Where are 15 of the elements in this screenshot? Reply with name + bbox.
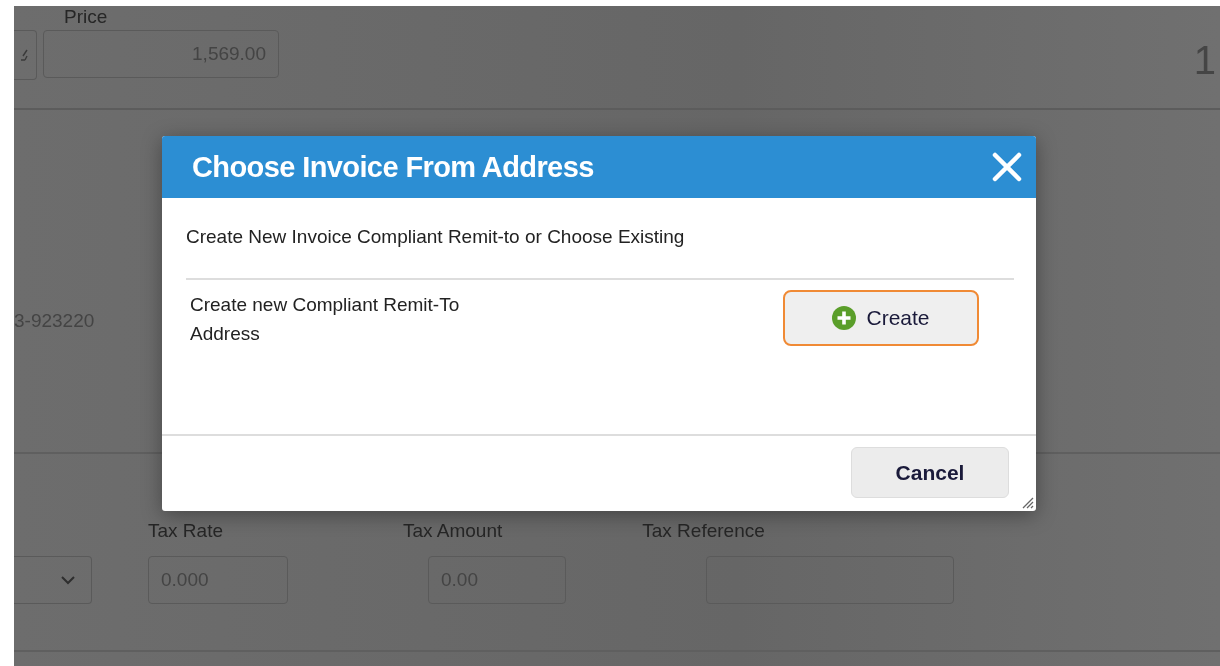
quantity-field[interactable] (14, 30, 37, 80)
tax-rate-label: Tax Rate (148, 520, 223, 542)
cancel-button[interactable]: Cancel (851, 447, 1009, 498)
option-label: Create new Compliant Remit-To Address (190, 293, 461, 346)
tax-amount-label: Tax Amount (403, 520, 503, 542)
resize-grip-icon[interactable] (1020, 495, 1034, 509)
dropdown-field[interactable] (14, 556, 92, 604)
price-label: Price (64, 6, 109, 28)
plus-circle-icon (832, 306, 857, 330)
dialog-title: Choose Invoice From Address (192, 150, 594, 184)
create-button[interactable]: Create (783, 290, 979, 346)
close-icon[interactable] (992, 152, 1022, 182)
chevron-down-icon (61, 575, 75, 585)
dialog-intro-text: Create New Invoice Compliant Remit-to or Choose Existing (186, 226, 1014, 280)
tax-reference-label: Tax Reference (642, 520, 765, 542)
